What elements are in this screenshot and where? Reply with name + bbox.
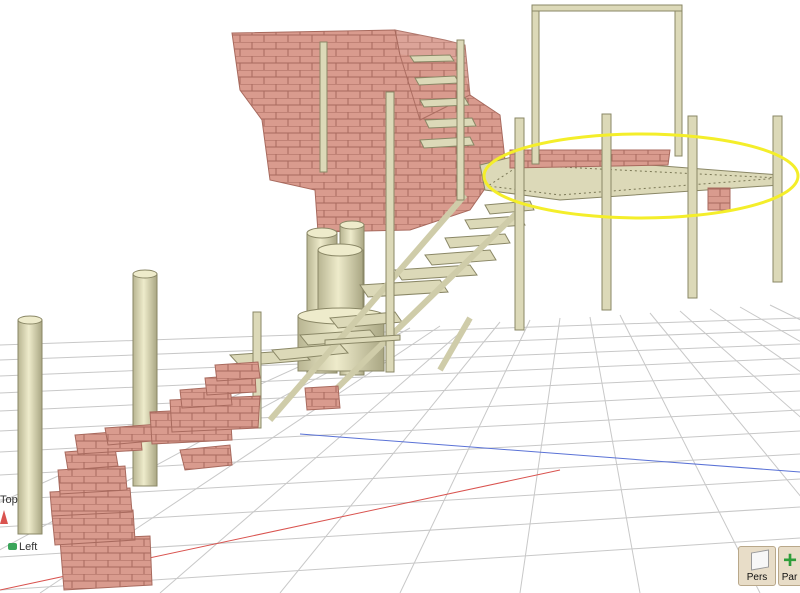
view-label-left-text: Left <box>19 541 38 553</box>
add-part-button[interactable]: + Par <box>778 546 800 586</box>
view-label-left: Left <box>8 541 37 553</box>
brick-stair-blocks[interactable] <box>49 361 341 591</box>
plus-icon: + <box>783 547 798 574</box>
cube-icon <box>751 549 769 571</box>
add-label: Par <box>781 572 798 583</box>
3d-viewport[interactable] <box>0 0 800 593</box>
view-label-top: Top <box>0 494 18 506</box>
perspective-view-button[interactable]: Pers <box>738 546 776 586</box>
view-cube-icon <box>8 543 17 550</box>
top-axis-marker <box>0 510 8 524</box>
z-axis-line <box>299 433 800 473</box>
perspective-label: Pers <box>746 572 768 583</box>
